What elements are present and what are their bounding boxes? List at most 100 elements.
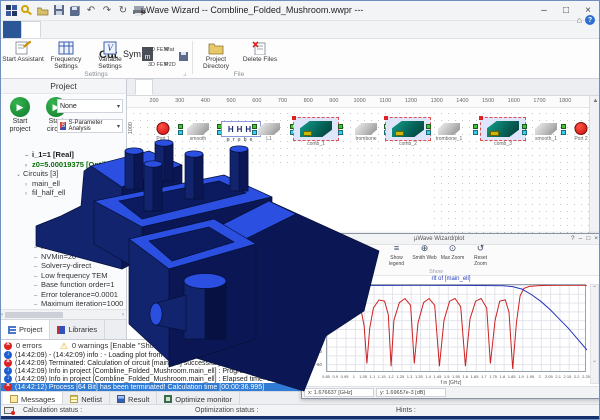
tree-expand-icon[interactable]: › xyxy=(25,190,32,199)
plot-window[interactable]: µWave Wizard/plot ? – □ × ≡Show legend⊕S… xyxy=(301,233,600,399)
x-tick-label: 1.55 xyxy=(452,374,460,379)
x-tick-label: 1.65 xyxy=(471,374,479,379)
project-directory-label: Project Directory xyxy=(203,56,229,70)
save-all-icon[interactable] xyxy=(69,5,81,17)
tree-expand-icon[interactable]: – xyxy=(34,292,41,301)
frequency-settings-button[interactable]: Frequency Settings xyxy=(45,40,87,70)
redo-icon[interactable]: ↷ xyxy=(101,5,113,17)
tree-expand-icon[interactable]: – xyxy=(34,263,41,272)
waveguide-element-icon xyxy=(535,123,557,135)
scrollbar-thumb[interactable] xyxy=(5,312,63,318)
plot-tool-button[interactable]: ⊙Max Zoom xyxy=(440,246,465,267)
info-icon xyxy=(4,367,12,375)
refresh-icon[interactable]: ↻ xyxy=(117,5,129,17)
tree-expand-icon[interactable]: – xyxy=(34,244,41,253)
schematic-component[interactable]: smooth xyxy=(187,123,209,135)
start-project-button[interactable]: ▶ Start project xyxy=(3,97,37,134)
tree-expand-icon[interactable]: › xyxy=(25,181,32,190)
maximize-button[interactable]: □ xyxy=(555,1,577,19)
tree-item-label: Refine=2 xyxy=(41,242,71,251)
schematic-tab[interactable] xyxy=(135,79,153,95)
plot-close-button[interactable]: × xyxy=(594,235,598,242)
project-panel: Project ▶ Start project ▶ Start circuit … xyxy=(1,79,127,339)
component-label: comb_1 xyxy=(307,141,325,147)
open-project-icon[interactable] xyxy=(37,5,49,17)
ribbon-tab[interactable] xyxy=(3,21,21,38)
schematic-component[interactable]: L1 xyxy=(258,123,280,135)
start-assistant-button[interactable]: Start Assistant xyxy=(2,40,44,70)
tree-item[interactable]: ›fil_half_ell xyxy=(3,189,125,199)
ribbon-tab[interactable] xyxy=(95,21,113,38)
tree-expand-icon[interactable]: – xyxy=(25,152,32,161)
component-label: smooth xyxy=(190,136,206,142)
connector[interactable] xyxy=(178,124,184,135)
project-directory-button[interactable]: Project Directory xyxy=(195,40,237,70)
schematic-comb-element-selected[interactable]: comb_3 xyxy=(480,117,526,141)
y-tick-label: -50 xyxy=(304,349,322,354)
schematic-port[interactable]: Port 2 xyxy=(575,122,588,135)
variable-filter-dropdown[interactable]: None ▾ xyxy=(57,99,123,113)
plot-area[interactable] xyxy=(326,284,586,372)
minimize-button[interactable]: – xyxy=(533,1,555,19)
tree-expand-icon[interactable]: – xyxy=(34,273,41,282)
panel-tab-label: Result xyxy=(128,395,149,404)
scroll-right-icon[interactable]: › xyxy=(122,312,126,318)
connector[interactable] xyxy=(561,124,567,135)
variable-settings-button[interactable]: V Variable Settings xyxy=(89,40,131,70)
project-panel-hscrollbar[interactable]: ‹› xyxy=(1,309,126,319)
schematic-component[interactable]: smooth_1 xyxy=(535,123,557,135)
ribbon-tab[interactable] xyxy=(21,21,41,38)
license-key-icon[interactable] xyxy=(21,5,33,17)
message-text: (14:42:09) Info in project [Combline_Fol… xyxy=(15,368,315,375)
help-icon[interactable]: ? xyxy=(585,15,595,25)
schematic-component[interactable]: trombone xyxy=(355,123,377,135)
project-tree-bottom: –Refine=2–NVMin=20–Solver=y-direct–Low f… xyxy=(3,243,125,319)
bin-export-button[interactable] xyxy=(178,50,192,63)
info-icon xyxy=(4,351,12,359)
tree-expand-icon[interactable]: – xyxy=(34,282,41,291)
home-icon[interactable]: ⌂ xyxy=(577,15,582,25)
plot-minimize-button[interactable]: – xyxy=(579,235,583,242)
panel-tab[interactable]: Libraries xyxy=(50,320,105,339)
schematic-component[interactable]: trombone_1 xyxy=(438,123,460,135)
plot-tool-label: Reset Zoom xyxy=(474,255,487,267)
frequency-settings-label: Frequency Settings xyxy=(51,56,82,70)
message-text: (14:42:12) Process [64 Bit] has been ter… xyxy=(15,384,264,391)
ribbon-tab[interactable] xyxy=(59,21,77,38)
warnings-count: 0 warnings [Enable "Show warning"] xyxy=(72,341,192,350)
tree-expand-icon[interactable]: ⌄ xyxy=(16,171,23,180)
tree-item-label: i_1=1 [Real] xyxy=(32,150,74,159)
panel-tab[interactable]: Project xyxy=(1,320,50,339)
save-icon[interactable] xyxy=(53,5,65,17)
connector[interactable] xyxy=(338,124,344,135)
ribbon-tab[interactable] xyxy=(113,21,131,38)
delete-files-button[interactable]: Delete Files xyxy=(239,40,281,70)
selection-handle-icon xyxy=(292,116,296,120)
ribbon-tab[interactable] xyxy=(77,21,95,38)
schematic-port[interactable]: Port 1 xyxy=(157,122,170,135)
tree-item[interactable]: ⌄Circuits [3] xyxy=(3,170,125,180)
plot-help-icon[interactable]: ? xyxy=(571,235,575,242)
undo-icon[interactable]: ↶ xyxy=(85,5,97,17)
plot-vscrollbar[interactable]: ⌃⌄ xyxy=(590,284,599,384)
plot-maximize-button[interactable]: □ xyxy=(586,235,590,242)
connector[interactable] xyxy=(473,124,479,135)
schematic-comb-element-selected[interactable]: comb_1 xyxy=(293,117,339,141)
plot-tool-button[interactable]: ↺Reset Zoom xyxy=(468,246,493,267)
schematic-tab[interactable] xyxy=(153,79,169,95)
tree-item[interactable]: ›z0=5.00019375 [Opti] xyxy=(3,161,125,171)
connector[interactable] xyxy=(522,124,528,135)
component-label: probe xyxy=(227,137,256,143)
plot-tool-button[interactable]: ≡Show legend xyxy=(384,246,409,267)
analysis-type-value: S-Parameter Analysis xyxy=(68,120,115,132)
analysis-type-dropdown[interactable]: S S-Parameter Analysis ▾ xyxy=(57,119,123,133)
schematic-comb-element-selected[interactable]: comb_2 xyxy=(385,117,431,141)
ribbon-tab[interactable] xyxy=(41,21,59,38)
scroll-left-icon[interactable]: ‹ xyxy=(1,312,3,318)
tree-expand-icon[interactable]: – xyxy=(34,254,41,263)
plot-tool-button[interactable]: ⊕Smith Web xyxy=(412,246,437,267)
x-tick-label: 0.9 xyxy=(333,374,339,379)
x-tick-label: 1.3 xyxy=(407,374,413,379)
schematic-tab[interactable] xyxy=(169,79,185,95)
connector[interactable] xyxy=(426,124,432,135)
